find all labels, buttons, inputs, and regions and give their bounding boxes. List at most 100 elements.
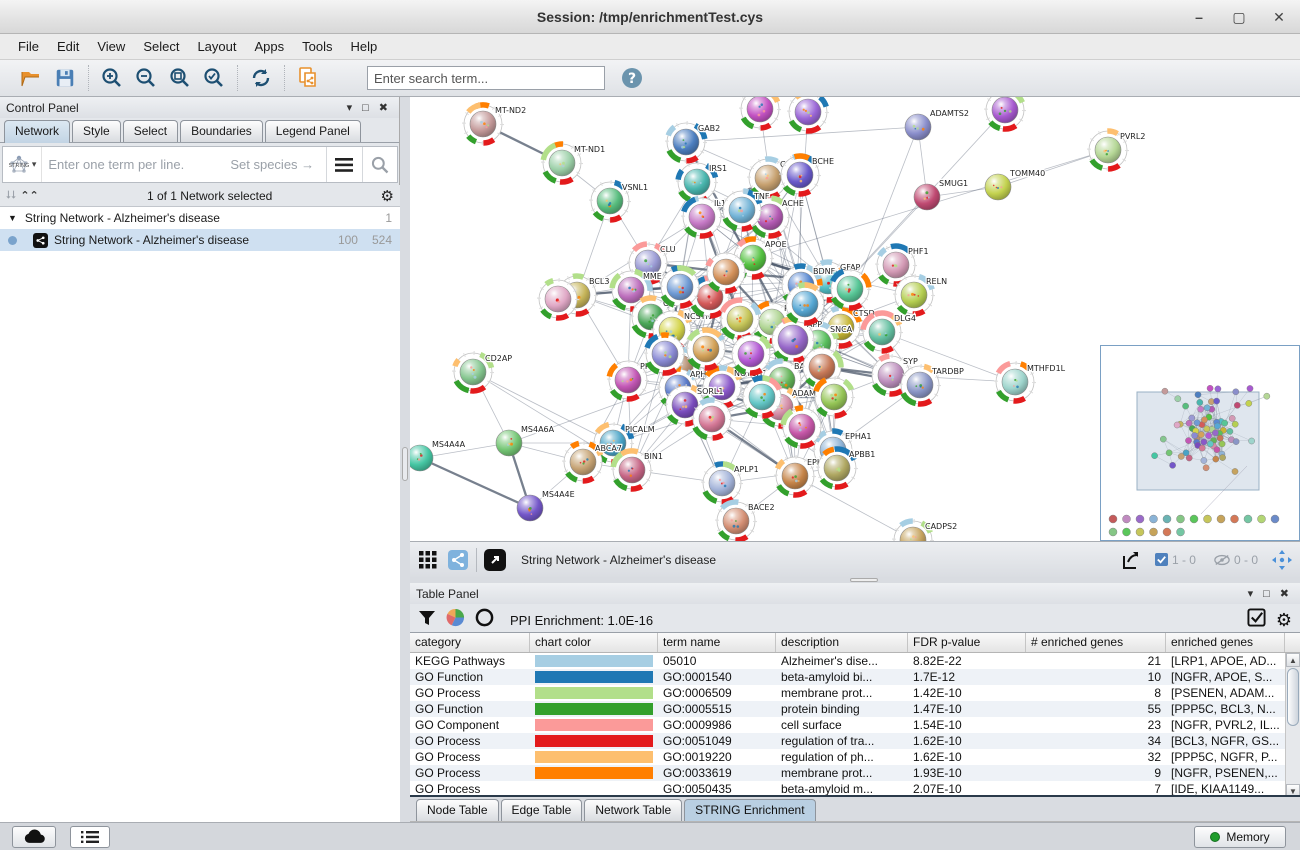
tab-legend-panel[interactable]: Legend Panel [265, 120, 361, 142]
network-node[interactable] [539, 280, 577, 318]
minimize-button[interactable]: – [1186, 6, 1212, 28]
memory-button[interactable]: Memory [1194, 826, 1286, 848]
enrichment-row[interactable]: GO FunctionGO:0001540beta-amyloid bi...1… [410, 669, 1300, 685]
refresh-icon[interactable] [248, 65, 274, 91]
tab-style[interactable]: Style [72, 120, 121, 142]
network-node[interactable]: BACE2 [717, 502, 775, 540]
cloud-tasks-button[interactable] [12, 826, 56, 848]
menu-edit[interactable]: Edit [49, 36, 87, 57]
birds-eye-view[interactable] [1100, 345, 1300, 541]
network-node[interactable]: MS4A6A [496, 425, 555, 456]
column-header-term-name[interactable]: term name [658, 633, 776, 652]
network-node[interactable]: APLP1 [703, 464, 759, 502]
scroll-up-icon[interactable]: ▲ [1286, 653, 1300, 667]
network-node[interactable] [687, 330, 725, 368]
network-node[interactable]: DLG4 [863, 313, 916, 351]
collapse-all-icon[interactable]: ⭣⭣ [6, 189, 16, 202]
network-node[interactable] [741, 97, 779, 128]
zoom-in-icon[interactable] [99, 65, 125, 91]
navigator-icon[interactable] [1270, 548, 1294, 572]
tab-select[interactable]: Select [123, 120, 178, 142]
network-node[interactable] [707, 253, 745, 291]
string-query-input[interactable] [42, 157, 230, 172]
network-node[interactable] [815, 378, 853, 416]
network-node[interactable]: IRS1 [678, 163, 727, 201]
set-species-label[interactable]: Set species → [230, 157, 326, 172]
network-node[interactable] [831, 270, 869, 308]
network-node[interactable]: SMUG1 [914, 179, 968, 210]
column-header-chart-color[interactable]: chart color [530, 633, 658, 652]
help-icon[interactable]: ? [619, 65, 645, 91]
network-node[interactable]: BCHE [781, 156, 834, 194]
network-node[interactable] [789, 97, 827, 131]
panel-menu-icon[interactable]: ▾ [1243, 587, 1259, 600]
close-button[interactable]: ✕ [1266, 6, 1292, 28]
tab-boundaries[interactable]: Boundaries [180, 120, 263, 142]
zoom-selected-icon[interactable] [201, 65, 227, 91]
enrichment-row[interactable]: GO ProcessGO:0019220regulation of ph...1… [410, 749, 1300, 765]
table-scrollbar[interactable]: ▲ ▼ [1285, 653, 1300, 797]
panel-float-icon[interactable]: □ [357, 102, 374, 114]
open-in-browser-icon[interactable] [483, 548, 507, 572]
task-history-button[interactable] [70, 826, 110, 848]
enrichment-row[interactable]: GO ProcessGO:0033619membrane prot...1.93… [410, 765, 1300, 781]
menu-apps[interactable]: Apps [247, 36, 293, 57]
export-network-icon[interactable] [1119, 548, 1143, 572]
ring-chart-icon[interactable] [475, 608, 494, 632]
network-node[interactable] [721, 300, 759, 338]
search-input[interactable] [367, 66, 605, 90]
network-node[interactable] [661, 268, 699, 306]
maximize-button[interactable]: ▢ [1226, 6, 1252, 28]
network-node[interactable] [783, 408, 821, 446]
string-view-icon[interactable] [446, 548, 470, 572]
string-logo-icon[interactable]: STRING ▾ [3, 147, 42, 182]
save-session-icon[interactable] [52, 65, 78, 91]
tab-edge-table[interactable]: Edge Table [501, 799, 583, 821]
panel-float-icon[interactable]: □ [1258, 588, 1275, 600]
menu-view[interactable]: View [89, 36, 133, 57]
network-node[interactable]: BIN1 [613, 451, 663, 489]
panel-close-icon[interactable]: ✖ [374, 101, 393, 114]
enrichment-row[interactable]: KEGG Pathways05010Alzheimer's dise...8.8… [410, 653, 1300, 669]
network-node[interactable] [693, 400, 731, 438]
zoom-out-icon[interactable] [133, 65, 159, 91]
string-search-icon[interactable] [362, 147, 397, 182]
menu-help[interactable]: Help [343, 36, 386, 57]
network-clipboard-icon[interactable] [295, 65, 321, 91]
network-options-gear-icon[interactable]: ⚙ [381, 187, 394, 205]
expand-all-icon[interactable]: ⌃⌃ [20, 189, 38, 202]
network-node[interactable]: MT-ND1 [543, 144, 605, 182]
menu-file[interactable]: File [10, 36, 47, 57]
open-file-icon[interactable] [18, 65, 44, 91]
network-node[interactable]: APBB1 [818, 449, 875, 487]
settings-gear-icon[interactable]: ⚙ [1276, 610, 1292, 631]
panel-close-icon[interactable]: ✖ [1275, 587, 1294, 600]
column-header-enriched-genes[interactable]: enriched genes [1166, 633, 1285, 652]
vertical-splitter[interactable] [400, 97, 410, 822]
menu-tools[interactable]: Tools [294, 36, 340, 57]
string-options-icon[interactable] [326, 147, 361, 182]
tab-network[interactable]: Network [4, 120, 70, 143]
enrichment-row[interactable]: GO ComponentGO:0009986cell surface1.54E-… [410, 717, 1300, 733]
network-node[interactable]: VSNL1 [591, 182, 648, 220]
tab-string-enrichment[interactable]: STRING Enrichment [684, 799, 815, 821]
network-node[interactable]: TOMM40 [985, 169, 1045, 200]
enrichment-row[interactable]: GO FunctionGO:0005515protein binding1.47… [410, 701, 1300, 717]
grid-view-icon[interactable] [416, 548, 440, 572]
network-collection-row[interactable]: ▼ String Network - Alzheimer's disease 1 [0, 207, 400, 229]
filter-icon[interactable] [418, 609, 436, 632]
enrichment-row[interactable]: GO ProcessGO:0051049regulation of tra...… [410, 733, 1300, 749]
network-node[interactable]: PVRL2 [1089, 131, 1145, 169]
tab-network-table[interactable]: Network Table [584, 799, 682, 821]
network-node[interactable]: ADAMTS2 [905, 109, 969, 140]
network-node[interactable]: MT-ND2 [464, 105, 526, 143]
column-header-category[interactable]: category [410, 633, 530, 652]
network-node[interactable]: CD2AP [454, 353, 512, 391]
zoom-fit-icon[interactable] [167, 65, 193, 91]
pie-chart-icon[interactable] [446, 608, 465, 632]
network-row[interactable]: String Network - Alzheimer's disease 100… [0, 229, 400, 251]
network-node[interactable] [646, 335, 684, 373]
menu-select[interactable]: Select [135, 36, 187, 57]
menu-layout[interactable]: Layout [189, 36, 244, 57]
select-columns-icon[interactable] [1247, 608, 1266, 632]
